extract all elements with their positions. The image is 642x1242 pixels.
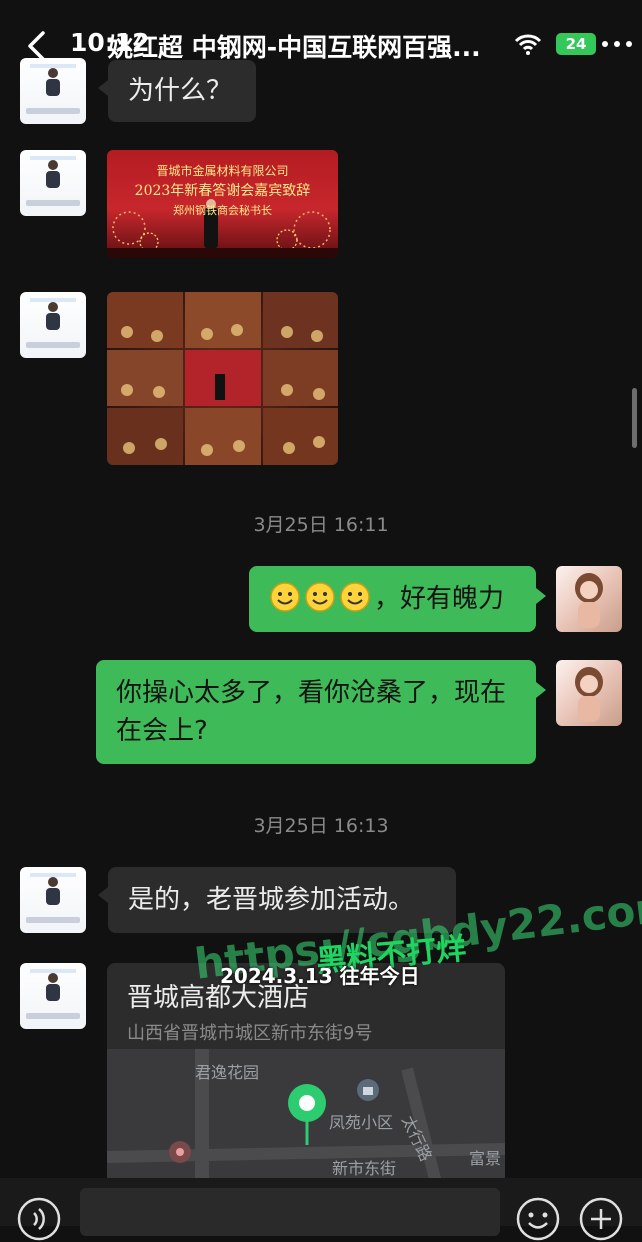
message-text: 是的，老晋城参加活动。 xyxy=(128,885,415,915)
emoji-icon[interactable] xyxy=(515,1196,561,1242)
location-pin-icon xyxy=(288,1084,326,1145)
chat-title[interactable]: 姚红超 中钢网-中国互联网百强... xyxy=(108,28,481,64)
map-label: 君逸花园 xyxy=(195,1063,260,1082)
banner-title: 2023年新春答谢会嘉宾致辞 xyxy=(134,183,311,199)
contact-avatar[interactable] xyxy=(20,150,86,216)
message-text: 为什么？ xyxy=(128,76,233,106)
smile-emoji-icon xyxy=(305,582,335,612)
message-text: ，好有魄力 xyxy=(374,584,505,614)
map-label: 新市东街 xyxy=(332,1159,397,1178)
message-timestamp: 3月25日 16:11 xyxy=(253,514,389,536)
banner-subtitle: 郑州钢铁商会秘书长 xyxy=(173,204,272,217)
message-text: 你操心太多了，看你沧桑了，现在在会上? xyxy=(116,678,507,746)
image-message[interactable] xyxy=(107,292,338,465)
community-poi-icon xyxy=(357,1079,379,1101)
banner-company: 晋城市金属材料有限公司 xyxy=(156,164,289,178)
map-label: 凤苑小区 xyxy=(329,1113,394,1132)
message-content: ，好有魄力 xyxy=(269,580,504,618)
poi-icon xyxy=(169,1141,191,1163)
memory-date-label: 2024.3.13 往年今日 xyxy=(220,964,420,988)
plus-icon[interactable] xyxy=(578,1196,624,1242)
map-label: 富景 xyxy=(469,1149,502,1168)
message-bubble[interactable]: ，好有魄力 xyxy=(249,566,546,632)
image-message[interactable]: 晋城市金属材料有限公司 2023年新春答谢会嘉宾致辞 郑州钢铁商会秘书长 xyxy=(107,150,338,258)
smile-emoji-icon xyxy=(270,582,300,612)
wifi-icon xyxy=(514,34,542,55)
my-avatar[interactable] xyxy=(556,660,622,726)
message-bubble[interactable]: 为什么？ xyxy=(98,60,256,122)
contact-avatar[interactable] xyxy=(20,58,86,124)
contact-avatar[interactable] xyxy=(20,292,86,358)
voice-icon[interactable] xyxy=(16,1196,62,1242)
scrollbar[interactable] xyxy=(632,388,637,448)
contact-avatar[interactable] xyxy=(20,963,86,1029)
message-input[interactable] xyxy=(80,1188,500,1236)
more-icon[interactable] xyxy=(597,30,637,58)
contact-avatar[interactable] xyxy=(20,867,86,933)
battery-indicator: 24 xyxy=(556,33,596,55)
message-bubble[interactable]: 你操心太多了，看你沧桑了，现在在会上? xyxy=(96,660,546,764)
smile-emoji-icon xyxy=(340,582,370,612)
my-avatar[interactable] xyxy=(556,566,622,632)
location-address: 山西省晋城市城区新市东街9号 xyxy=(127,1023,373,1044)
status-time: 10:12 xyxy=(70,28,150,57)
message-timestamp: 3月25日 16:13 xyxy=(253,815,389,837)
banquet-collage-graphic xyxy=(107,292,338,465)
